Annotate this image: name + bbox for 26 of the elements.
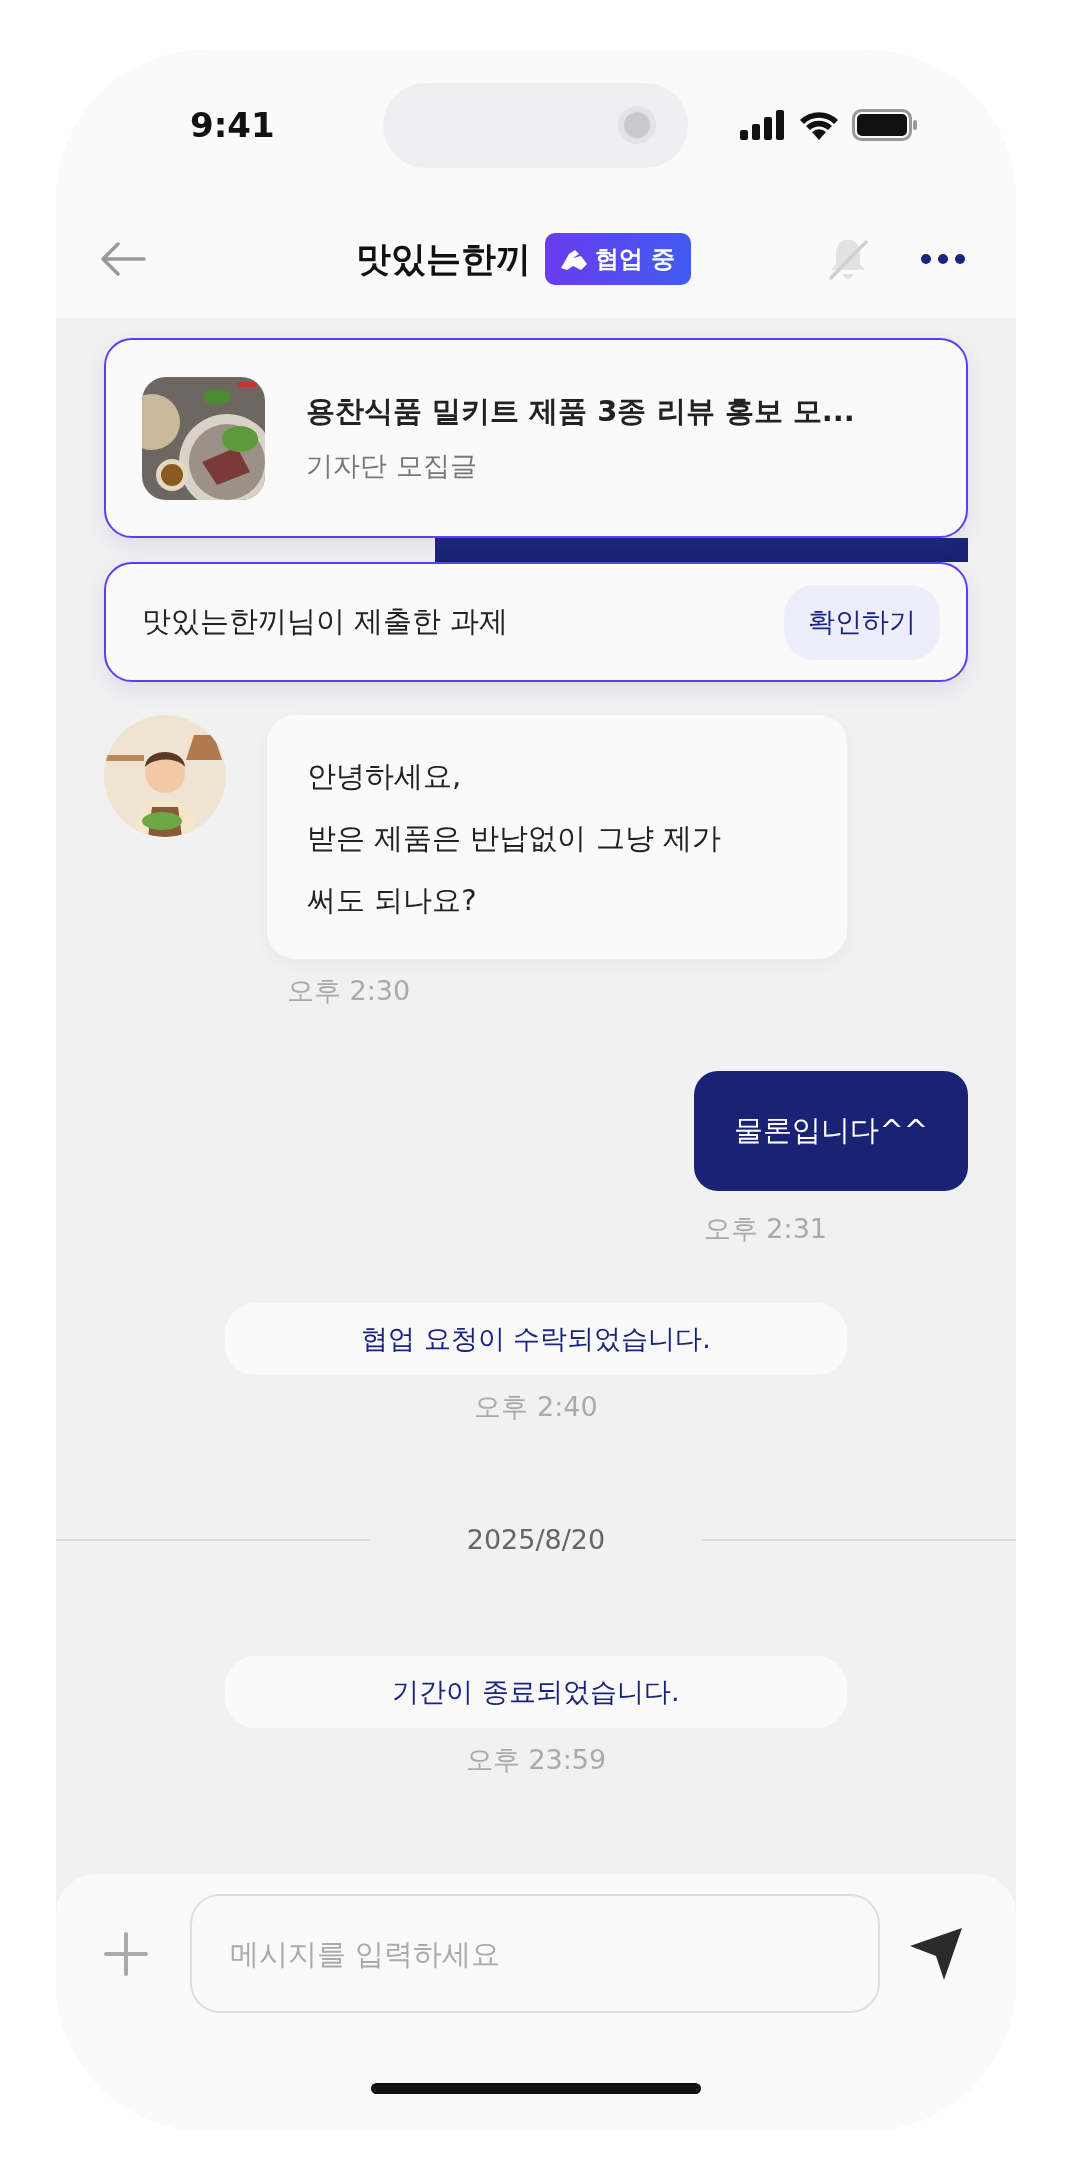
message-time: 오후 23:59 (465, 1743, 607, 1777)
back-icon[interactable] (100, 241, 146, 277)
system-message: 기간이 종료되었습니다. (225, 1656, 847, 1728)
post-card[interactable]: 용찬식품 밀키트 제품 3종 리뷰 홍보 모... 기자단 모집글 (104, 338, 968, 538)
confirm-button[interactable]: 확인하기 (784, 584, 940, 660)
banner-text: 맛있는한끼님이 제출한 과제 (142, 603, 509, 640)
wifi-icon (798, 110, 840, 140)
system-message: 협업 요청이 수락되었습니다. (225, 1303, 847, 1375)
message-time: 오후 2:31 (703, 1212, 827, 1246)
post-label: 기자단 모집글 (306, 449, 478, 483)
message-input[interactable]: 메시지를 입력하세요 (190, 1894, 880, 2013)
more-icon[interactable] (920, 253, 966, 265)
battery-icon (852, 109, 918, 141)
message-time: 오후 2:40 (474, 1390, 598, 1424)
message-text: 물론입니다^^ (694, 1071, 968, 1191)
signal-icon (740, 110, 786, 140)
message-time: 오후 2:30 (287, 974, 412, 1008)
plus-icon[interactable] (104, 1931, 148, 1976)
camera-dot (618, 106, 656, 144)
status-badge: 협업 중 (545, 233, 692, 285)
chat-title: 맛있는한끼 (356, 237, 531, 281)
status-time: 9:41 (190, 105, 276, 145)
send-icon[interactable] (908, 1925, 964, 1982)
date-label: 2025/8/20 (465, 1524, 607, 1555)
post-title: 용찬식품 밀키트 제품 3종 리뷰 홍보 모... (306, 393, 855, 430)
message-text: 안녕하세요, 받은 제품은 반납없이 그냥 제가 써도 되나요? (267, 715, 847, 959)
